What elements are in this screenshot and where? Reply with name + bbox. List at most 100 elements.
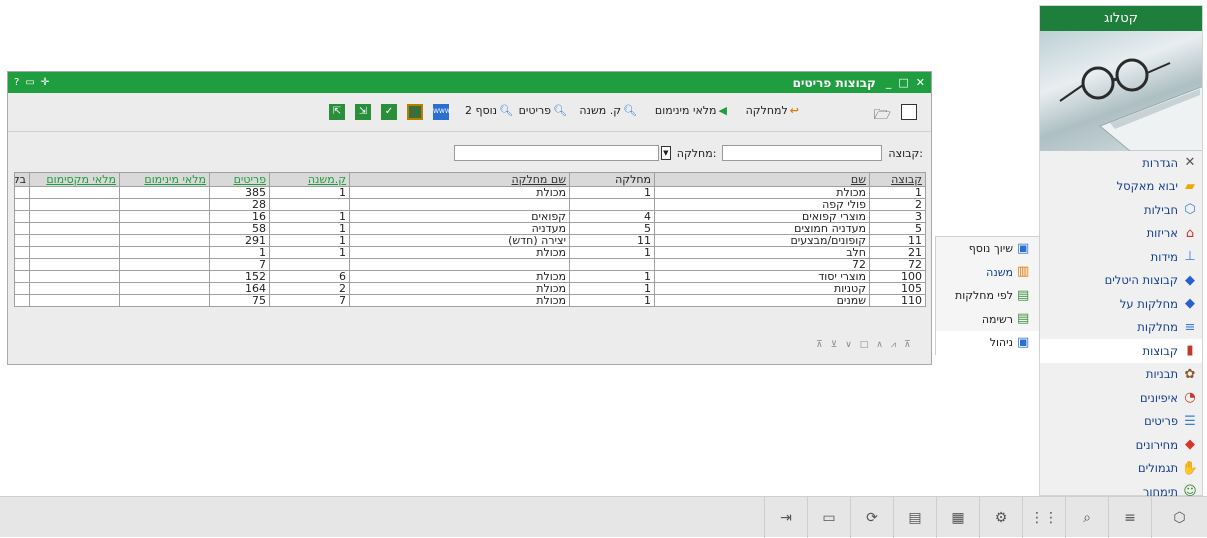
last-record-icon[interactable]: ⊼ [904,340,911,350]
submenu-item[interactable]: ▥ משנה [936,261,1039,285]
column-header[interactable]: שם [654,172,870,187]
new-document-button[interactable] [901,104,917,120]
to-department-button[interactable]: למחלקה ↩ [746,104,799,117]
table-row[interactable]: 3 מוצרי קפואים 4 קפואים 1 16 [14,210,926,223]
chat-button[interactable]: ▤ [893,497,936,538]
column-header[interactable]: ק.משנה [269,172,350,187]
help-icon[interactable]: ? [14,77,19,88]
next-page-icon[interactable]: ⩘ [891,340,896,350]
table-cell [569,258,655,271]
catalog-item[interactable]: ◆ מחירונים [1040,433,1202,457]
table-cell [269,198,350,211]
fill-minimum-button[interactable]: מלאי מינימום ◀ [655,104,727,117]
column-header[interactable]: קבוצה [869,172,926,187]
close-icon[interactable]: ✕ [916,76,925,89]
catalog-item-label: מידות [1150,249,1178,264]
table-cell [119,234,210,247]
table-row[interactable]: 1 מכולת 1 מכולת 1 385 [14,186,926,199]
catalog-item[interactable]: ✕ הגדרות [1040,151,1202,175]
picture-button[interactable] [407,104,423,120]
web-export-button[interactable]: WWW [433,104,451,120]
flower-icon: ✿ [1184,366,1196,382]
maximize-icon[interactable]: □ [898,76,908,89]
catalog-item[interactable]: ◆ קבוצות היטלים [1040,269,1202,293]
table-cell [14,234,30,247]
chevron-down-icon[interactable]: ∨ [845,340,852,350]
catalog-item[interactable]: ⬡ חבילות [1040,198,1202,222]
column-header[interactable]: שם מחלקה [349,172,570,187]
excel-check-button[interactable]: ✓ [381,104,397,120]
submenu-item[interactable]: ▤ רשימה [936,308,1039,332]
folder-open-icon: 🗁 [873,107,891,123]
table-row[interactable]: 72 72 7 [14,258,926,271]
table-cell: קפואים [349,210,570,223]
catalog-item[interactable]: ≡ מחלקות [1040,316,1202,340]
extra2-button[interactable]: נוסף 2 🔍︎ [465,104,513,117]
search-button[interactable]: ⌕ [1065,497,1108,538]
department-filter-input[interactable] [453,145,659,161]
settings-button[interactable]: ⚙ [979,497,1022,538]
submenu-item[interactable]: ▣ ניהול [936,331,1039,355]
print-icon[interactable]: ▭ [25,77,34,88]
chevron-down-icon[interactable]: ▼ [660,146,671,160]
arrow-return-icon: ↩ [789,104,799,117]
catalog-item[interactable]: ◔ איפיונים [1040,386,1202,410]
apps-button[interactable]: ⋮⋮ [1022,497,1065,538]
column-header[interactable]: בקופה [14,172,30,187]
table-cell [29,186,120,199]
catalog-item[interactable]: ◆ מחלקות על [1040,292,1202,316]
logout-button[interactable]: ⇥ [764,497,807,538]
table-row[interactable]: 2 פולי קפה 28 [14,198,926,211]
table-cell [14,270,30,283]
catalog-item[interactable]: ✿ תבניות [1040,363,1202,387]
home-button[interactable]: ⬡ [1151,497,1207,538]
submenu-item-label: לפי מחלקות [954,289,1013,303]
excel-import-button[interactable]: ⇲ [355,104,371,120]
move-icon[interactable]: ✛ [41,77,49,88]
monitor-button[interactable]: ▭ [807,497,850,538]
column-header[interactable]: מלאי מקסימום [29,172,120,187]
table-cell: 4 [569,210,655,223]
department-filter-dropdown[interactable]: ▼ [453,145,671,161]
chip-button[interactable]: ▦ [936,497,979,538]
refresh-button[interactable]: ⟳ [850,497,893,538]
prev-page-icon[interactable]: ⊻ [831,340,838,350]
group-filter-input[interactable] [722,145,883,161]
chip-icon: ▦ [951,509,965,526]
submenu-item[interactable]: ▤ לפי מחלקות [936,284,1039,308]
excel-export-button[interactable]: ⇱ [329,104,345,120]
catalog-item[interactable]: ⌂ אריזות [1040,222,1202,246]
open-folder-button[interactable]: 🗁 [874,104,891,128]
minimize-icon[interactable]: _ [886,76,892,89]
chevron-up-icon[interactable]: ∧ [876,340,883,350]
submenu-item-label: שיוך נוסף [968,242,1013,256]
excel-check-icon: ✓ [381,104,397,120]
catalog-item[interactable]: ▮ קבוצות [1040,339,1202,363]
catalog-item[interactable]: ⊥ מידות [1040,245,1202,269]
submenu-item[interactable]: ▣ שיוך נוסף [936,237,1039,261]
table-row[interactable]: 105 קטניות 1 מכולת 2 164 [14,282,926,295]
table-row[interactable]: 100 מוצרי יסוד 1 מכולת 6 152 [14,270,926,283]
catalog-item[interactable]: ▰ יבוא מאקסל [1040,175,1202,199]
sub-group-button[interactable]: ק. משנה 🔍︎ [579,104,637,117]
column-header[interactable]: מלאי מינימום [119,172,210,187]
square-icon[interactable]: □ [860,340,869,350]
table-cell [29,258,120,271]
chat-icon: ▤ [908,509,922,526]
laptop-glasses-image [1059,58,1202,151]
catalog-item[interactable]: ☰ פריטים [1040,410,1202,434]
table-row[interactable]: 5 מעדניה חמוצים 5 מעדניה 1 58 [14,222,926,235]
table-row[interactable]: 110 שמנים 1 מכולת 7 75 [14,294,926,307]
table-row[interactable]: 21 חלב 1 מכולת 1 1 [14,246,926,259]
list-icon: ☰ [1184,413,1196,429]
catalog-item[interactable]: ✋ תגמולים [1040,457,1202,481]
column-header[interactable]: פריטים [209,172,270,187]
table-cell: 1 [209,246,270,259]
menu-button[interactable]: ≡ [1108,497,1151,538]
column-header[interactable]: מחלקה [569,172,655,187]
table-row[interactable]: 11 קופונים/מבצעים 11 יצירה (חדש) 1 291 [14,234,926,247]
table-cell [29,246,120,259]
table-cell [349,198,570,211]
first-record-icon[interactable]: ⊼ [816,340,823,350]
items-button[interactable]: פריטים 🔍︎ [519,104,567,117]
